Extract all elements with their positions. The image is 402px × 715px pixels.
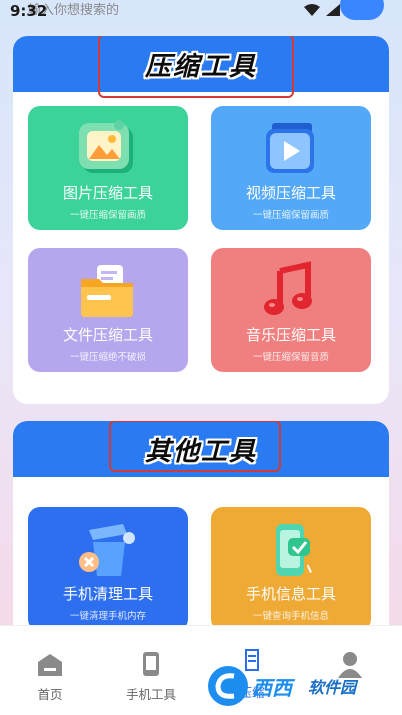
folder-icon — [75, 260, 141, 322]
search-button[interactable] — [340, 0, 384, 20]
card-title: 视频压缩工具 — [245, 184, 336, 202]
card-title: 音乐压缩工具 — [245, 326, 336, 344]
card-subtitle: 一键压缩保留音质 — [252, 352, 329, 363]
highlight-box — [98, 36, 294, 98]
phone-info-card[interactable]: 手机信息工具 一键查询手机信息 — [211, 507, 371, 631]
music-compress-card[interactable]: 音乐压缩工具 一键压缩保留音质 — [211, 248, 371, 372]
watermark: 西西 软件园 — [200, 662, 400, 712]
card-subtitle: 一键清理手机内存 — [69, 611, 146, 622]
trash-icon — [75, 519, 141, 581]
video-compress-card[interactable]: 视频压缩工具 一键压缩保留画质 — [211, 106, 371, 230]
phone-icon — [143, 652, 159, 676]
image-compress-card[interactable]: 图片压缩工具 一键压缩保留画质 — [28, 106, 188, 230]
card-subtitle: 一键压缩保留画质 — [252, 210, 329, 221]
compress-tools-section: 压缩工具 图片压缩工具 一键压缩保留画质 视频压缩工具 一键压缩保留画质 文件压… — [13, 36, 389, 404]
card-subtitle: 一键查询手机信息 — [252, 611, 329, 622]
watermark-url: 软件园 — [308, 678, 357, 697]
nav-phone-tools[interactable]: 手机工具 — [101, 626, 201, 715]
nav-label: 手机工具 — [125, 687, 176, 702]
image-icon — [75, 118, 141, 180]
highlight-box — [109, 421, 281, 472]
music-note-icon — [258, 260, 324, 322]
phone-check-icon — [258, 519, 324, 581]
card-title: 文件压缩工具 — [62, 326, 153, 344]
watermark-brand: 西西 — [252, 676, 292, 700]
watermark-logo-icon — [208, 666, 248, 706]
status-icons — [304, 4, 340, 16]
card-title: 手机清理工具 — [62, 585, 153, 603]
status-time: 9:32 — [10, 2, 48, 20]
card-title: 手机信息工具 — [245, 585, 336, 603]
card-subtitle: 一键压缩绝不破损 — [69, 352, 146, 363]
nav-home[interactable]: 首页 — [0, 626, 100, 715]
status-bar: 输入你想搜索的 9:32 — [0, 0, 402, 24]
phone-clean-card[interactable]: 手机清理工具 一键清理手机内存 — [28, 507, 188, 631]
card-subtitle: 一键压缩保留画质 — [69, 210, 146, 221]
card-title: 图片压缩工具 — [62, 184, 153, 202]
video-play-icon — [258, 118, 324, 180]
file-compress-card[interactable]: 文件压缩工具 一键压缩绝不破损 — [28, 248, 188, 372]
wifi-icon — [304, 4, 320, 16]
other-tools-section: 其他工具 手机清理工具 一键清理手机内存 手机信息工具 一键查询手机信息 — [13, 421, 389, 641]
signal-icon — [326, 4, 340, 16]
home-icon — [38, 654, 62, 676]
nav-label: 首页 — [37, 687, 63, 702]
